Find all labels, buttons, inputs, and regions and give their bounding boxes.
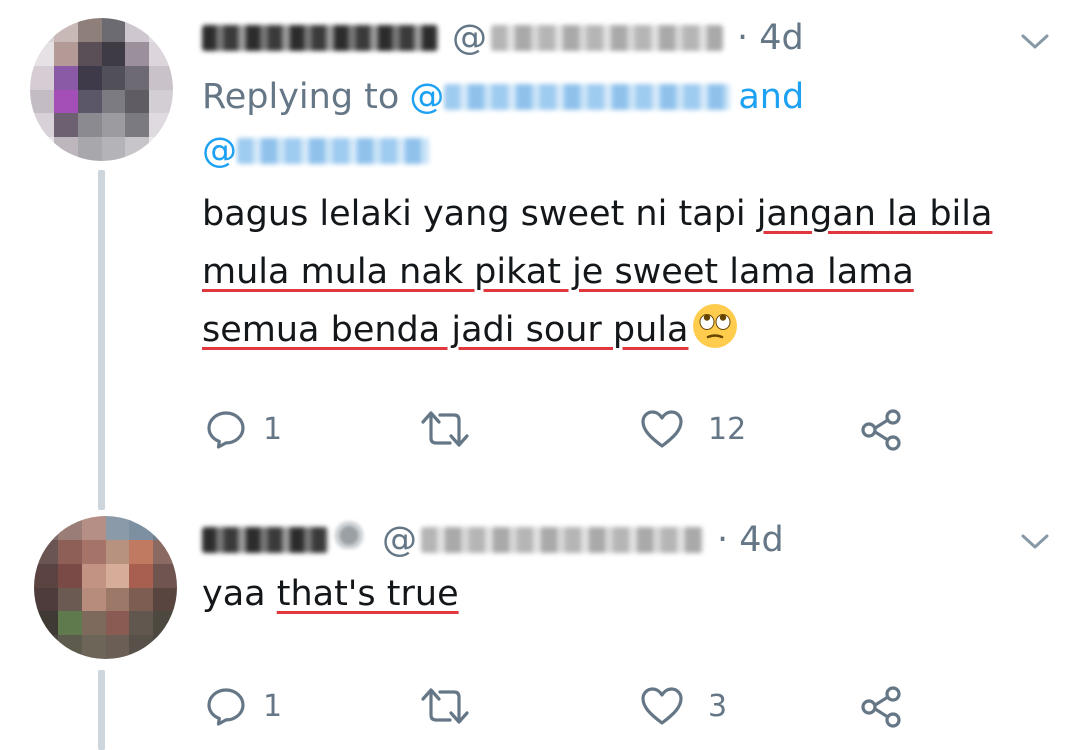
thread-line bbox=[98, 170, 105, 510]
reply-icon bbox=[207, 688, 245, 726]
mention-link[interactable] bbox=[237, 138, 429, 164]
text-segment: yaa bbox=[202, 574, 277, 614]
retweet-button[interactable] bbox=[420, 408, 470, 450]
retweet-button[interactable] bbox=[420, 685, 470, 727]
face-with-rolling-eyes-icon bbox=[692, 304, 737, 348]
chevron-down-icon[interactable] bbox=[1020, 530, 1050, 554]
mention-prefix[interactable]: @ bbox=[409, 77, 444, 117]
like-count: 12 bbox=[708, 411, 747, 447]
text-segment: bagus lelaki yang sweet ni tapi bbox=[202, 194, 757, 234]
replying-to: Replying to @ and bbox=[202, 72, 804, 122]
reply-count: 1 bbox=[263, 411, 283, 447]
share-button[interactable] bbox=[860, 408, 904, 452]
like-icon bbox=[641, 687, 683, 725]
retweet-icon bbox=[421, 688, 469, 724]
like-count: 3 bbox=[708, 688, 728, 724]
like-icon bbox=[641, 410, 683, 448]
share-icon bbox=[861, 409, 901, 451]
replying-to-label: Replying to bbox=[202, 77, 400, 117]
and-label: and bbox=[738, 77, 805, 117]
like-button[interactable]: 12 bbox=[640, 408, 746, 450]
misspelled-segment: mula mula nak pikat je sweet lama lama bbox=[202, 252, 914, 292]
tweet-actions: 1 12 bbox=[0, 408, 1080, 458]
display-name[interactable] bbox=[202, 25, 438, 51]
reply-icon bbox=[207, 411, 245, 449]
tweet[interactable]: @ · 4d yaa that's true 1 3 bbox=[0, 500, 1080, 750]
avatar[interactable] bbox=[30, 18, 173, 161]
chevron-down-icon[interactable] bbox=[1020, 30, 1050, 54]
misspelled-segment: semua benda jadi sour pula bbox=[202, 310, 689, 350]
share-button[interactable] bbox=[860, 685, 904, 729]
reply-button[interactable]: 1 bbox=[205, 685, 282, 727]
display-name[interactable] bbox=[202, 527, 328, 553]
name-emoji-icon bbox=[332, 519, 366, 549]
misspelled-segment: that's true bbox=[276, 574, 459, 614]
reply-button[interactable]: 1 bbox=[205, 408, 282, 450]
reply-count: 1 bbox=[263, 688, 283, 724]
misspelled-segment: jangan la bila bbox=[756, 194, 993, 234]
retweet-icon bbox=[421, 411, 469, 447]
tweet-header: @ · 4d bbox=[202, 16, 804, 60]
tweet-header: @ · 4d bbox=[202, 518, 784, 562]
handle-prefix[interactable]: @ bbox=[382, 520, 417, 560]
tweet-text: bagus lelaki yang sweet ni tapi jangan l… bbox=[202, 185, 992, 359]
tweet[interactable]: @ · 4d Replying to @ and @ bagus lelaki … bbox=[0, 0, 1080, 510]
handle-prefix[interactable]: @ bbox=[452, 18, 487, 58]
tweet-text: yaa that's true bbox=[202, 565, 459, 623]
replying-to-second: @ bbox=[202, 126, 429, 176]
timestamp[interactable]: · 4d bbox=[717, 520, 784, 560]
timestamp[interactable]: · 4d bbox=[737, 18, 804, 58]
mention-link[interactable] bbox=[444, 84, 731, 110]
share-icon bbox=[861, 686, 901, 728]
username[interactable] bbox=[421, 527, 703, 553]
like-button[interactable]: 3 bbox=[640, 685, 727, 727]
avatar[interactable] bbox=[34, 516, 177, 659]
tweet-actions: 1 3 bbox=[0, 685, 1080, 735]
username[interactable] bbox=[491, 25, 723, 51]
mention-prefix[interactable]: @ bbox=[202, 131, 237, 171]
